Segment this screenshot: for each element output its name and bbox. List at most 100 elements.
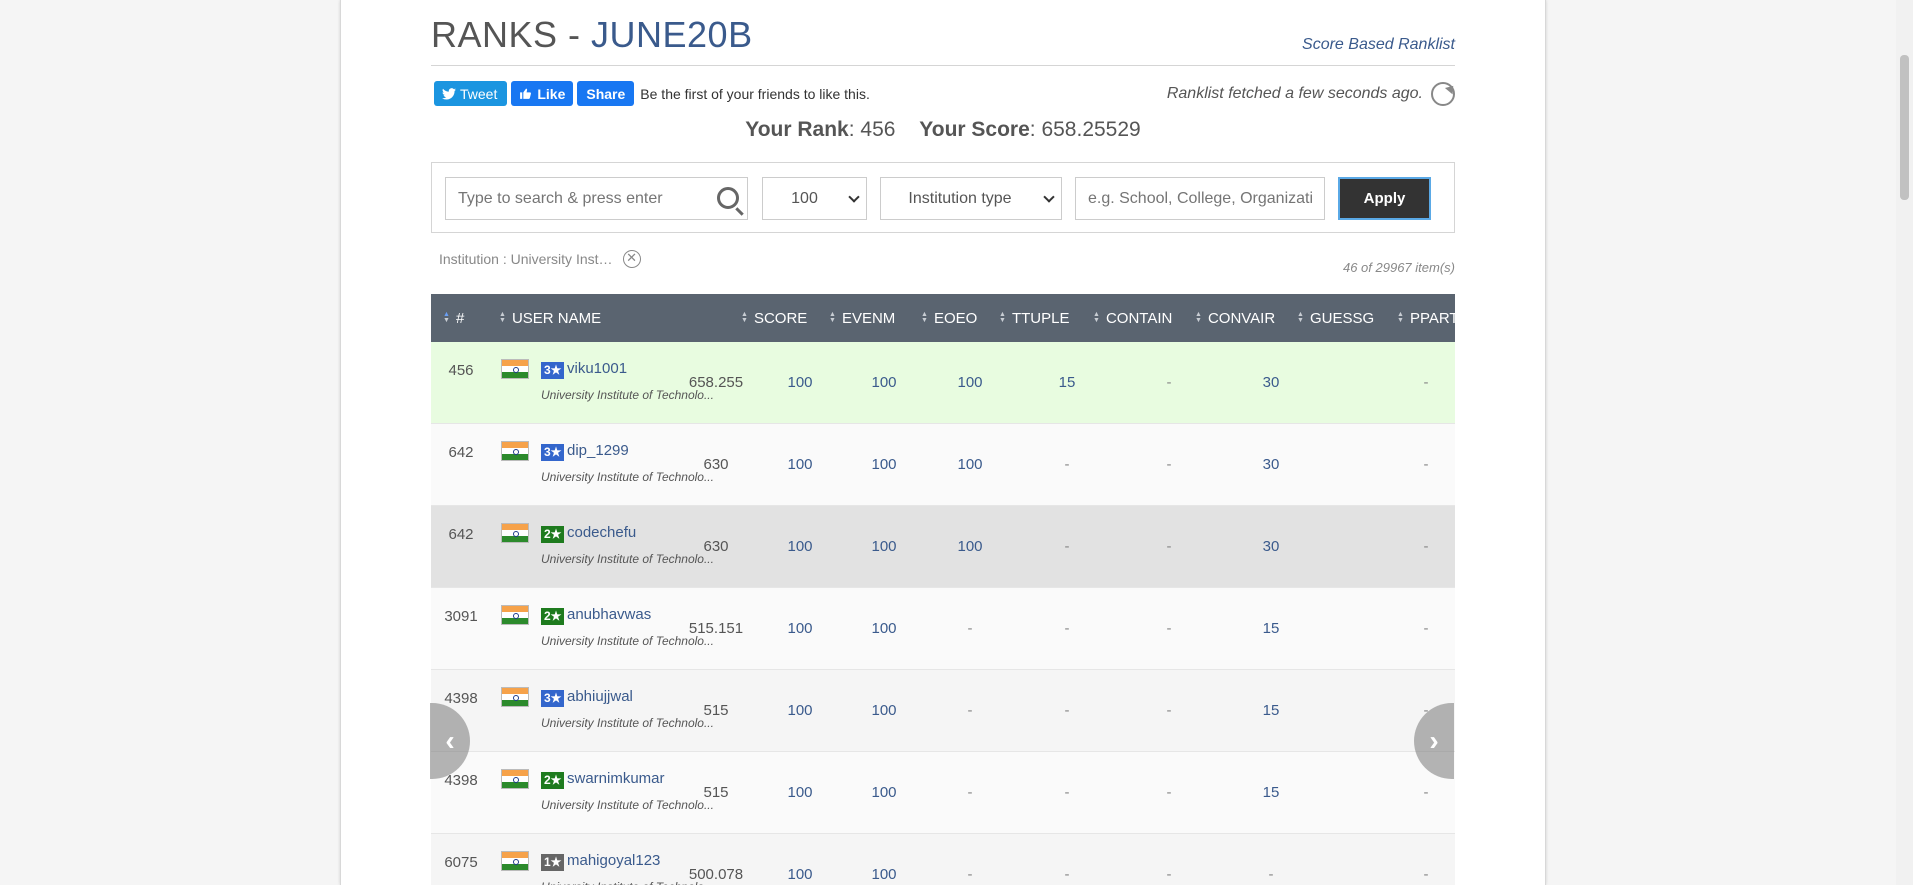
convair-cell: - [1166,784,1172,801]
page-container: RANKS - JUNE20B Score Based Ranklist Twe… [340,0,1546,885]
evenm-cell: 100 [787,866,813,883]
ttuple-cell: - [967,784,973,801]
items-per-page-select[interactable]: 100 [762,177,867,220]
items-count: 46 of 29967 item(s) [1342,260,1455,275]
items-per-page-value: 100 [791,189,818,207]
guessg-cell: 15 [1262,620,1280,637]
col-header-rank[interactable]: ▲ ▼ # [443,294,464,342]
search-box [445,177,748,220]
guessg-cell: 30 [1262,374,1280,391]
fb-social-text: Be the first of your friends to like thi… [640,85,870,102]
sort-icon: ▲ ▼ [921,311,928,324]
rank-cell: 642 [448,526,474,543]
rank-cell: 3091 [444,608,478,625]
eoeo-cell: 100 [871,702,897,719]
guessg-cell: - [1268,866,1274,883]
search-input[interactable] [446,178,696,219]
col-header-label: # [455,309,465,327]
score-cell: 630 [703,456,729,473]
ppart-cell: - [1423,374,1429,391]
contest-code-link[interactable]: JUNE20B [591,14,753,55]
fetched-status: Ranklist fetched a few seconds ago. [1167,82,1455,106]
username-link[interactable]: anubhavwas [567,606,651,623]
col-header-contain[interactable]: ▲ ▼ CONTAIN [1093,294,1172,342]
india-flag-icon [501,523,529,543]
convair-cell: - [1166,456,1172,473]
content: RANKS - JUNE20B Score Based Ranklist Twe… [431,0,1455,885]
tweet-label: Tweet [460,85,498,102]
ppart-cell: - [1423,538,1429,555]
rank-label: Your Rank [745,118,849,141]
col-header-label: EOEO [933,309,978,327]
ppart-cell: - [1423,456,1429,473]
sort-icon: ▲ ▼ [1093,311,1100,324]
fb-share-button[interactable]: Share [577,81,635,106]
score-cell: 515 [703,784,729,801]
table-row: 642 3★ dip_1299 University Institute of Tec… [431,424,1455,506]
evenm-cell: 100 [787,620,813,637]
col-header-ppart[interactable]: ▲ ▼ PPART [1397,294,1455,342]
star-rating-badge: 3★ [541,362,565,379]
col-header-label: GUESSG [1309,309,1375,327]
username-link[interactable]: abhiujjwal [567,688,633,705]
title-row: RANKS - JUNE20B Score Based Ranklist [431,14,1455,66]
page-scrollbar[interactable] [1896,0,1913,885]
ttuple-cell: 100 [957,456,983,473]
col-header-eoeo[interactable]: ▲ ▼ EOEO [921,294,977,342]
col-header-username[interactable]: ▲ ▼ USER NAME [499,294,601,342]
score-cell: 500.078 [688,866,744,883]
star-rating-badge: 3★ [541,444,565,461]
guessg-cell: 30 [1262,538,1280,555]
share-label: Share [586,85,626,102]
india-flag-icon [501,359,529,379]
username-link[interactable]: swarnimkumar [567,770,665,787]
contain-cell: - [1064,866,1070,883]
fetched-text: Ranklist fetched a few seconds ago. [1166,85,1423,102]
table-header: ▲ ▼ # ▲ ▼ USER NAME ▲ ▼ SCORE ▲ ▼ EVENM ▲ ▼ EOEO ▲… [431,294,1455,342]
institution-input-box [1075,177,1325,220]
tweet-button[interactable]: Tweet [434,81,508,106]
convair-cell: - [1166,702,1172,719]
col-header-ttuple[interactable]: ▲ ▼ TTUPLE [999,294,1069,342]
india-flag-icon [501,769,529,789]
institution-type-select[interactable]: Institution type [880,177,1062,220]
ttuple-cell: - [967,620,973,637]
filter-chip-text: Institution : University Inst… [439,251,613,267]
close-icon[interactable]: ✕ [622,250,641,268]
username-link[interactable]: dip_1299 [567,442,629,459]
col-header-evenm[interactable]: ▲ ▼ EVENM [829,294,895,342]
eoeo-cell: 100 [871,456,897,473]
col-header-guessg[interactable]: ▲ ▼ GUESSG [1297,294,1374,342]
refresh-icon[interactable] [1431,82,1455,106]
fb-like-button[interactable]: Like [511,81,574,106]
institution-input[interactable] [1076,178,1324,219]
like-label: Like [537,85,566,102]
rank-cell: 6075 [444,854,478,871]
scrollbar-thumb[interactable] [1900,55,1909,200]
convair-cell: - [1166,374,1172,391]
sort-icon: ▲ ▼ [443,311,450,324]
india-flag-icon [501,441,529,461]
score-based-ranklist-link[interactable]: Score Based Ranklist [1302,36,1455,54]
sort-icon: ▲ ▼ [1397,311,1404,324]
thumbs-up-icon [520,88,532,99]
guessg-cell: 15 [1262,702,1280,719]
score-cell: 515 [703,702,729,719]
user-summary: Your Rank: 456 Your Score: 658.25529 [745,118,1141,141]
username-link[interactable]: viku1001 [567,360,627,377]
col-header-score[interactable]: ▲ ▼ SCORE [741,294,807,342]
username-link[interactable]: mahigoyal123 [567,852,660,869]
sort-icon: ▲ ▼ [999,311,1006,324]
contain-cell: - [1064,784,1070,801]
contain-cell: - [1064,620,1070,637]
table-row: 4398 2★ swarnimkumar University Institute o… [431,752,1455,834]
chevron-down-icon [1043,191,1055,203]
apply-button[interactable]: Apply [1338,177,1431,220]
evenm-cell: 100 [787,702,813,719]
search-icon[interactable] [717,187,739,209]
score-cell: 630 [703,538,729,555]
username-link[interactable]: codechefu [567,524,636,541]
col-header-convair[interactable]: ▲ ▼ CONVAIR [1195,294,1275,342]
col-header-label: PPART [1409,309,1455,327]
col-header-label: USER NAME [511,309,602,327]
